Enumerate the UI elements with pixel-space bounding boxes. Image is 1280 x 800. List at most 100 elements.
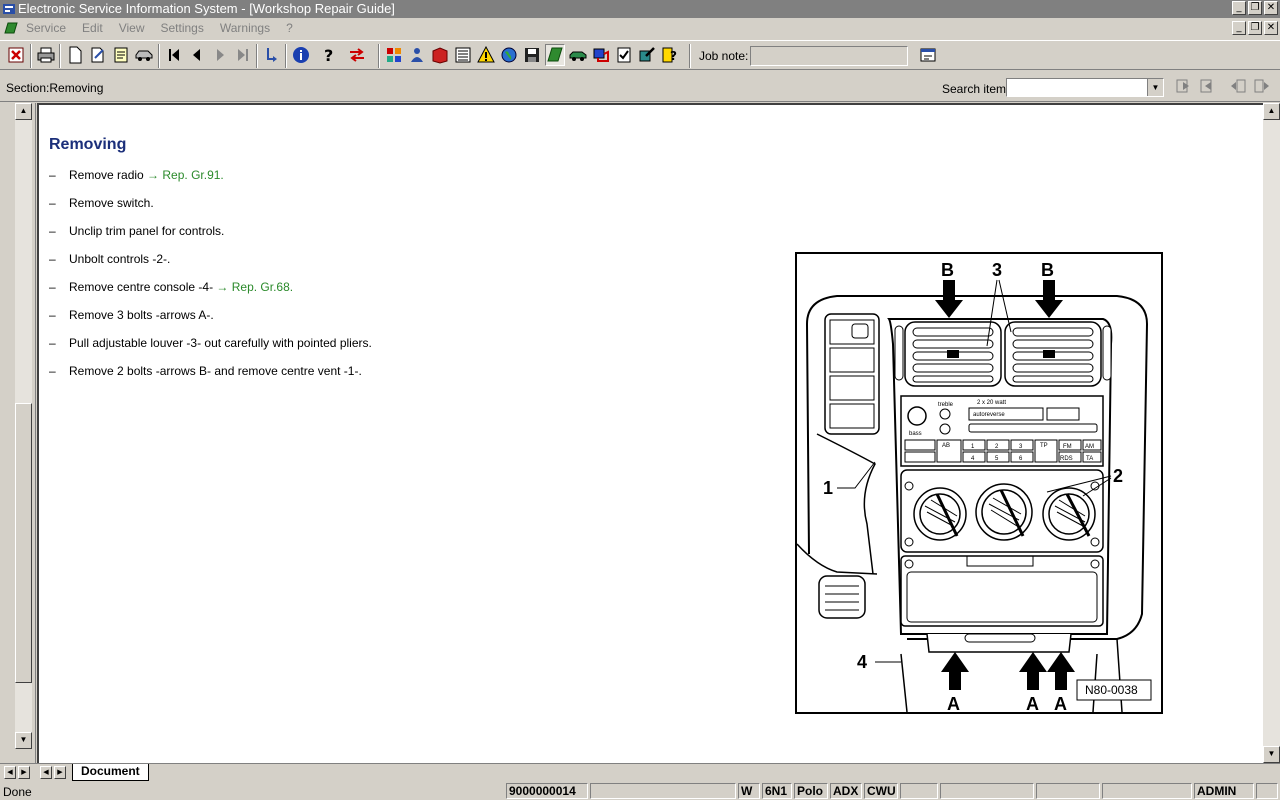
tab-first-icon[interactable]: ◀ — [4, 766, 16, 779]
tab-last-icon[interactable]: ▶ — [18, 766, 30, 779]
new-document-button[interactable] — [65, 44, 85, 66]
list-item: – Remove 2 bolts -arrows B- and remove ce… — [49, 364, 362, 378]
rep-gr-91-link[interactable]: → Rep. Gr.91. — [147, 168, 224, 182]
list-icon — [455, 47, 471, 63]
history-forward-button[interactable] — [1252, 75, 1272, 97]
edit-document-button[interactable] — [88, 44, 108, 66]
menu-warnings[interactable]: Warnings — [220, 21, 270, 35]
tools-button[interactable] — [637, 44, 657, 66]
user-help-button[interactable]: ? — [660, 44, 680, 66]
notes-button[interactable] — [111, 44, 131, 66]
car-button[interactable] — [568, 44, 588, 66]
previous-page-button[interactable] — [187, 44, 207, 66]
save-button[interactable] — [522, 44, 542, 66]
dashboard-illustration[interactable]: treble bass 2 x 20 watt autoreverse AB 1… — [795, 252, 1163, 714]
warning-button[interactable] — [476, 44, 496, 66]
radio-autoreverse-label: autoreverse — [973, 412, 1005, 418]
label-b-right: B — [1041, 260, 1054, 280]
user-name: ADMIN — [1194, 783, 1254, 799]
scroll-down-icon[interactable]: ▼ — [15, 732, 32, 749]
menu-view[interactable]: View — [119, 21, 145, 35]
arrow-a-left-icon — [941, 652, 969, 690]
info-icon — [293, 47, 309, 63]
job-note-label: Job note: — [699, 49, 749, 63]
help-button[interactable]: ? — [318, 44, 338, 66]
first-page-button[interactable] — [164, 44, 184, 66]
job-note-input[interactable] — [750, 46, 908, 66]
menu-settings[interactable]: Settings — [161, 21, 204, 35]
status-cell: ADX — [830, 783, 862, 799]
scroll-up-icon[interactable]: ▲ — [15, 103, 32, 120]
next-page-button[interactable] — [210, 44, 230, 66]
exit-button[interactable] — [6, 44, 26, 66]
vehicle-button[interactable] — [134, 44, 154, 66]
green-book-button[interactable] — [545, 44, 565, 66]
list-item: – Pull adjustable louver -3- out carefull… — [49, 336, 372, 350]
label-a-middle: A — [1026, 694, 1039, 712]
left-scroll-thumb[interactable] — [15, 403, 32, 683]
user-help-icon: ? — [662, 47, 677, 63]
status-empty — [1102, 783, 1192, 799]
components-button[interactable] — [384, 44, 404, 66]
switch-button[interactable] — [347, 44, 367, 66]
print-button[interactable] — [36, 44, 56, 66]
document-view: Removing – Remove radio → Rep. Gr.91. – Re… — [37, 103, 1263, 763]
manual-icon — [432, 47, 448, 64]
rep-gr-68-link[interactable]: → Rep. Gr.68. — [216, 280, 293, 294]
arrow-b-left-icon — [935, 280, 963, 318]
globe-button[interactable] — [499, 44, 519, 66]
previous-page-icon — [193, 49, 200, 61]
menu-help[interactable]: ? — [286, 21, 293, 35]
info-button[interactable] — [291, 44, 311, 66]
next-page-icon — [217, 49, 224, 61]
label-2: 2 — [1113, 466, 1123, 486]
arrow-a-middle-icon — [1019, 652, 1047, 690]
first-page-icon — [169, 49, 179, 61]
last-page-icon — [238, 49, 248, 61]
history-back-button[interactable] — [1228, 75, 1248, 97]
menu-service[interactable]: Service — [26, 21, 66, 35]
print-icon — [37, 47, 55, 63]
navigation-pane: ▲ ▼ — [0, 103, 36, 763]
doc-close-button[interactable]: ✕ — [1264, 21, 1278, 35]
settings-icon — [920, 48, 936, 62]
list-item: – Remove centre console -4- → Rep. Gr.68. — [49, 280, 294, 294]
list-item: – Unbolt controls -2-. — [49, 252, 171, 266]
checklist-button[interactable] — [614, 44, 634, 66]
minimize-button[interactable]: _ — [1232, 1, 1246, 15]
last-page-button[interactable] — [233, 44, 253, 66]
document-scrollbar[interactable]: ▲ ▼ — [1263, 103, 1280, 763]
tab-next-icon[interactable]: ▶ — [54, 766, 66, 779]
search-next-icon — [1200, 79, 1212, 93]
left-scrollbar[interactable]: ▲ ▼ — [15, 103, 32, 749]
manual-button[interactable] — [430, 44, 450, 66]
search-prev-button[interactable] — [1174, 75, 1194, 97]
green-book-icon — [547, 47, 563, 62]
back-button[interactable] — [262, 44, 282, 66]
search-next-button[interactable] — [1198, 75, 1218, 97]
tab-document[interactable]: Document — [72, 764, 149, 781]
doc-scroll-down-icon[interactable]: ▼ — [1263, 746, 1280, 763]
search-prev-icon — [1176, 79, 1189, 93]
list-button[interactable] — [453, 44, 473, 66]
menu-edit[interactable]: Edit — [82, 21, 103, 35]
label-1: 1 — [823, 478, 833, 498]
tab-bar: ◀ ▶ ◀ ▶ Document — [0, 763, 1280, 781]
car-icon — [569, 51, 587, 61]
switch-icon — [350, 48, 364, 62]
close-button[interactable]: ✕ — [1264, 1, 1278, 15]
svg-text:?: ? — [324, 46, 333, 64]
users-button[interactable] — [407, 44, 427, 66]
figure-id: N80-0038 — [1085, 683, 1138, 697]
tab-prev-icon[interactable]: ◀ — [40, 766, 52, 779]
status-cell: 6N1 — [762, 783, 792, 799]
app-icon — [3, 4, 15, 14]
doc-restore-button[interactable]: ❐ — [1248, 21, 1262, 35]
search-item-select[interactable]: ▼ — [1006, 78, 1164, 97]
chevron-down-icon[interactable]: ▼ — [1147, 79, 1163, 96]
restore-button[interactable]: ❐ — [1248, 1, 1262, 15]
doc-scroll-up-icon[interactable]: ▲ — [1263, 103, 1280, 120]
job-note-settings-button[interactable] — [918, 44, 938, 66]
doc-minimize-button[interactable]: _ — [1232, 21, 1246, 35]
diagnosis-button[interactable] — [591, 44, 611, 66]
